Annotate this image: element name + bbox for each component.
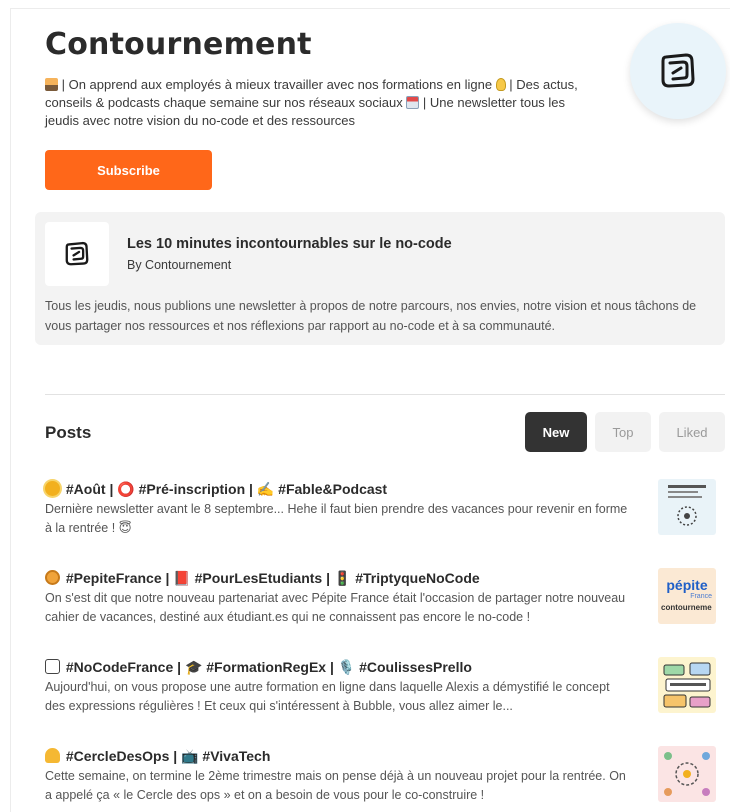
hard-hat-emoji-icon xyxy=(45,748,60,763)
newsletter-card[interactable]: Les 10 minutes incontournables sur le no… xyxy=(35,212,725,345)
post-thumbnail[interactable] xyxy=(658,479,716,535)
cookie-emoji-icon xyxy=(45,570,60,585)
contournement-logo-icon xyxy=(65,241,89,266)
publication-title: Contournement xyxy=(45,27,312,62)
contournement-logo-icon xyxy=(661,53,695,88)
post-item[interactable]: #Août | ⭕ #Pré-inscription | ✍️ #Fable&P… xyxy=(45,479,730,568)
regex-thumbnail-icon xyxy=(663,662,711,708)
tab-new[interactable]: New xyxy=(525,412,587,452)
publication-header: Contournement | On apprend aux employés … xyxy=(11,9,730,209)
tab-liked[interactable]: Liked xyxy=(659,412,725,452)
publication-description: | On apprend aux employés à mieux travai… xyxy=(45,77,578,128)
post-subtitle: On s'est dit que notre nouveau partenari… xyxy=(45,591,626,624)
circle-thumbnail-icon xyxy=(664,752,710,796)
newsletter-title[interactable]: Les 10 minutes incontournables sur le no… xyxy=(127,236,452,252)
newsletter-logo xyxy=(45,222,109,286)
sunrise-emoji-icon xyxy=(45,78,58,91)
post-text: #NoCodeFrance | 🎓 #FormationRegEx | 🎙️ #… xyxy=(45,657,630,716)
lightbulb-emoji-icon xyxy=(495,78,506,91)
post-title[interactable]: #CercleDesOps | 📺 #VivaTech xyxy=(45,746,630,766)
post-thumbnail[interactable] xyxy=(658,657,716,713)
posts-header: Posts New Top Liked xyxy=(45,412,725,452)
post-thumbnail[interactable]: pépite France contourneme xyxy=(658,568,716,624)
post-title[interactable]: #Août | ⭕ #Pré-inscription | ✍️ #Fable&P… xyxy=(45,479,630,499)
speech-bubble-emoji-icon xyxy=(45,659,60,674)
post-subtitle: Aujourd'hui, on vous propose une autre f… xyxy=(45,680,610,713)
contournement-brand-text: contourneme xyxy=(661,603,712,612)
newsletter-thumbnail-icon xyxy=(668,485,706,526)
newsletter-author: By Contournement xyxy=(127,258,232,272)
pepite-brand-subtext: France xyxy=(690,593,712,600)
post-title[interactable]: #NoCodeFrance | 🎓 #FormationRegEx | 🎙️ #… xyxy=(45,657,630,677)
post-list: #Août | ⭕ #Pré-inscription | ✍️ #Fable&P… xyxy=(45,479,730,812)
publication-page: Contournement | On apprend aux employés … xyxy=(10,8,730,812)
post-text: #PepiteFrance | 📕 #PourLesEtudiants | 🚦 … xyxy=(45,568,630,627)
sun-emoji-icon xyxy=(45,481,60,496)
post-subtitle: Dernière newsletter avant le 8 septembre… xyxy=(45,502,628,535)
post-item[interactable]: #PepiteFrance | 📕 #PourLesEtudiants | 🚦 … xyxy=(45,568,730,657)
post-thumbnail[interactable] xyxy=(658,746,716,802)
publication-logo[interactable] xyxy=(630,23,726,119)
posts-sort-tabs: New Top Liked xyxy=(525,412,725,452)
newsletter-description: Tous les jeudis, nous publions une newsl… xyxy=(45,299,697,333)
post-text: #Août | ⭕ #Pré-inscription | ✍️ #Fable&P… xyxy=(45,479,630,538)
envelope-emoji-icon xyxy=(406,96,420,109)
post-text: #CercleDesOps | 📺 #VivaTech Cette semain… xyxy=(45,746,630,805)
post-subtitle: Cette semaine, on termine le 2ème trimes… xyxy=(45,769,626,802)
tab-top[interactable]: Top xyxy=(595,412,651,452)
post-item[interactable]: #NoCodeFrance | 🎓 #FormationRegEx | 🎙️ #… xyxy=(45,657,730,746)
post-item[interactable]: #CercleDesOps | 📺 #VivaTech Cette semain… xyxy=(45,746,730,812)
post-title[interactable]: #PepiteFrance | 📕 #PourLesEtudiants | 🚦 … xyxy=(45,568,630,588)
posts-heading: Posts xyxy=(45,423,92,442)
subscribe-button[interactable]: Subscribe xyxy=(45,150,212,190)
pepite-brand-text: pépite xyxy=(666,577,708,593)
section-divider xyxy=(45,394,725,395)
